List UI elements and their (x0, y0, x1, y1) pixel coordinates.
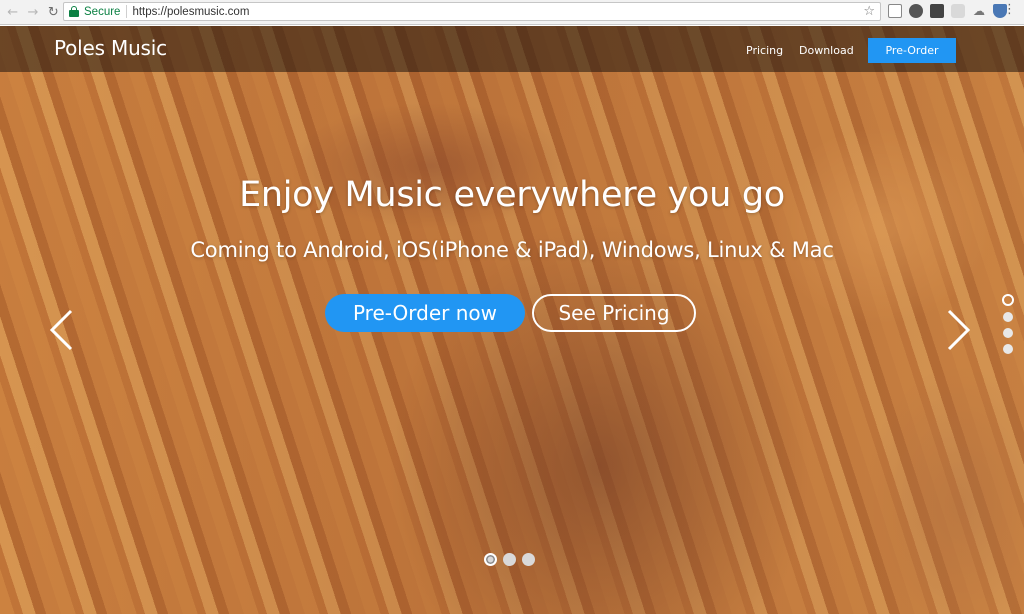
nav-link-pricing[interactable]: Pricing (746, 44, 783, 57)
side-indicator-3[interactable] (1003, 328, 1013, 338)
side-indicator-4[interactable] (1003, 344, 1013, 354)
pin-extension-icon[interactable] (930, 4, 944, 18)
carousel-indicator-2[interactable] (503, 553, 516, 566)
browser-toolbar: ← → ↻ Secure https://polesmusic.com ☆ ☁ … (0, 0, 1024, 25)
side-indicator-2[interactable] (1003, 312, 1013, 322)
browser-nav-buttons: ← → ↻ (0, 3, 62, 21)
secure-label: Secure (84, 5, 121, 18)
pocket-extension-icon[interactable] (909, 4, 923, 18)
carousel-indicator-3[interactable] (522, 553, 535, 566)
address-bar[interactable]: Secure https://polesmusic.com ☆ (63, 2, 881, 21)
prev-slide-chevron-icon[interactable] (47, 308, 75, 352)
nav-link-download[interactable]: Download (799, 44, 854, 57)
chat-extension-icon[interactable] (951, 4, 965, 18)
hero-headline: Enjoy Music everywhere you go (239, 175, 785, 215)
carousel-indicator-1[interactable] (484, 553, 497, 566)
side-slide-indicators (1002, 294, 1014, 354)
nav-preorder-button[interactable]: Pre-Order (868, 38, 956, 63)
next-slide-chevron-icon[interactable] (945, 308, 973, 352)
carousel-indicators (484, 553, 535, 566)
cast-extension-icon[interactable] (888, 4, 902, 18)
see-pricing-button[interactable]: See Pricing (532, 294, 696, 332)
extension-icons: ☁ (888, 4, 1007, 18)
reload-icon[interactable]: ↻ (45, 3, 62, 21)
brand-logo[interactable]: Poles Music (54, 36, 167, 60)
side-indicator-1[interactable] (1002, 294, 1014, 306)
cloud-extension-icon[interactable]: ☁ (972, 4, 986, 18)
hero-subheadline: Coming to Android, iOS(iPhone & iPad), W… (190, 238, 834, 262)
browser-menu-icon[interactable]: ⋮ (1003, 3, 1016, 16)
lock-icon (69, 6, 79, 17)
preorder-now-button[interactable]: Pre-Order now (325, 294, 525, 332)
url-text[interactable]: https://polesmusic.com (132, 6, 249, 18)
bookmark-star-icon[interactable]: ☆ (863, 4, 875, 19)
site-navbar: Poles Music Pricing Download Pre-Order (0, 26, 1024, 72)
back-icon[interactable]: ← (4, 3, 21, 21)
forward-icon[interactable]: → (24, 3, 41, 21)
address-separator (126, 5, 128, 18)
hero-carousel: Poles Music Pricing Download Pre-Order E… (0, 26, 1024, 614)
